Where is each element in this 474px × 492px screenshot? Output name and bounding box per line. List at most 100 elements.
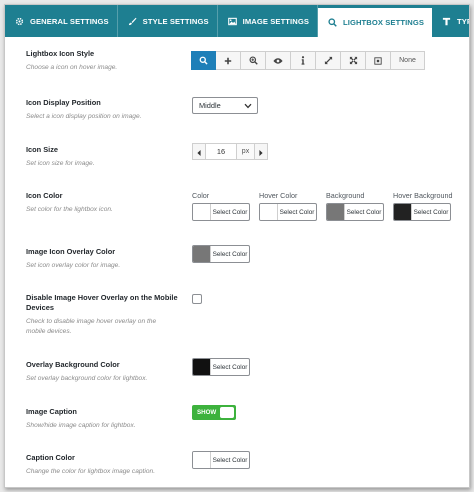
tab-label: STYLE SETTINGS: [142, 16, 209, 26]
select-value: Middle: [199, 101, 221, 110]
search-icon: [328, 18, 337, 27]
select-color-label: Select Color: [413, 208, 449, 216]
typography-icon: [442, 17, 451, 26]
hover-color-column-header: Hover Color: [259, 191, 298, 200]
tab-bar: GENERAL SETTINGS STYLE SETTINGS IMAGE SE…: [5, 5, 469, 37]
color-swatch: [193, 359, 211, 375]
increment-button[interactable]: [254, 143, 268, 160]
setting-description: Select a icon display position on image.: [26, 113, 142, 120]
setting-label: Icon Color: [26, 191, 63, 200]
select-color-label: Select Color: [279, 208, 315, 216]
setting-description: Set icon overlay color for image.: [26, 262, 121, 269]
icon-style-zoom-in-button[interactable]: [241, 51, 266, 70]
setting-description: Set overlay background color for lightbo…: [26, 375, 148, 382]
icon-color-picker[interactable]: Select Color: [192, 203, 250, 221]
toggle-label: SHOW: [197, 409, 217, 416]
disable-mobile-overlay-checkbox[interactable]: [192, 294, 202, 304]
color-swatch: [327, 204, 345, 220]
icon-background-picker[interactable]: Select Color: [326, 203, 384, 221]
hover-background-column-header: Hover Background: [393, 191, 453, 200]
setting-description: Set color for the lightbox icon.: [26, 206, 113, 213]
setting-icon-color: Icon Color Set color for the lightbox ic…: [26, 191, 113, 214]
setting-label: Disable Image Hover Overlay on the Mobil…: [26, 293, 178, 302]
icon-style-arrows-button[interactable]: [341, 51, 366, 70]
setting-description: Set icon size for image.: [26, 160, 95, 167]
icon-hover-background-picker[interactable]: Select Color: [393, 203, 451, 221]
setting-label: Lightbox Icon Style: [26, 49, 95, 58]
tab-typography[interactable]: TYPOGRAPHY: [432, 5, 469, 37]
icon-size-stepper: 16 px: [192, 143, 268, 160]
settings-panel: GENERAL SETTINGS STYLE SETTINGS IMAGE SE…: [4, 4, 470, 488]
color-swatch: [193, 204, 211, 220]
tab-image-settings[interactable]: IMAGE SETTINGS: [218, 5, 319, 37]
select-color-label: Select Color: [212, 456, 248, 464]
setting-icon-style: Lightbox Icon Style Choose a icon on hov…: [26, 49, 117, 72]
setting-label: Icon Size: [26, 145, 59, 154]
color-swatch: [260, 204, 278, 220]
setting-description: Check to disable image hover overlay on …: [26, 318, 157, 325]
icon-style-square-button[interactable]: [366, 51, 391, 70]
overlay-background-picker[interactable]: Select Color: [192, 358, 250, 376]
select-color-label: Select Color: [212, 250, 248, 258]
color-swatch: [193, 452, 211, 468]
icon-style-eye-button[interactable]: [266, 51, 291, 70]
icon-size-unit: px: [236, 143, 254, 160]
setting-label: Image Caption: [26, 407, 77, 416]
caret-left-icon: [197, 143, 201, 161]
setting-label: Overlay Background Color: [26, 360, 120, 369]
square-icon: [374, 52, 382, 70]
tab-label: LIGHTBOX SETTINGS: [343, 18, 425, 27]
icon-style-plus-button[interactable]: [216, 51, 241, 70]
setting-label: Caption Color: [26, 453, 75, 462]
tab-lightbox-settings[interactable]: LIGHTBOX SETTINGS: [318, 8, 433, 37]
caption-toggle[interactable]: SHOW: [192, 405, 236, 420]
info-icon: [301, 52, 305, 70]
gear-icon: [15, 17, 24, 26]
tab-label: TYPOGRAPHY: [457, 16, 469, 26]
setting-overlay-color: Image Icon Overlay Color Set icon overla…: [26, 247, 120, 270]
setting-description: Change the color for lightbox image capt…: [26, 468, 156, 475]
setting-description: Choose a icon on hover image.: [26, 64, 118, 71]
arrows-icon: [349, 52, 358, 70]
setting-label-line2: Devices: [26, 303, 54, 312]
icon-style-search-button[interactable]: [191, 51, 216, 70]
image-icon: [227, 17, 237, 26]
color-swatch: [394, 204, 412, 220]
decrement-button[interactable]: [192, 143, 206, 160]
overlay-color-picker[interactable]: Select Color: [192, 245, 250, 263]
tab-label: IMAGE SETTINGS: [242, 16, 310, 26]
zoom-in-icon: [248, 52, 258, 70]
setting-label: Icon Display Position: [26, 98, 101, 107]
tab-style-settings[interactable]: STYLE SETTINGS: [118, 5, 218, 37]
icon-hover-color-picker[interactable]: Select Color: [259, 203, 317, 221]
color-swatch: [193, 246, 211, 262]
icon-style-none-button[interactable]: None: [391, 51, 425, 70]
chevron-down-icon: [244, 102, 252, 111]
icon-style-expand-button[interactable]: [316, 51, 341, 70]
expand-icon: [324, 52, 333, 70]
setting-label: Image Icon Overlay Color: [26, 247, 116, 256]
caret-right-icon: [259, 143, 263, 161]
icon-position-select[interactable]: Middle: [192, 97, 258, 114]
setting-icon-size: Icon Size Set icon size for image.: [26, 145, 95, 168]
color-column-header: Color: [192, 191, 210, 200]
icon-style-info-button[interactable]: [291, 51, 316, 70]
setting-overlay-background: Overlay Background Color Set overlay bac…: [26, 360, 147, 383]
toggle-knob: [220, 407, 234, 418]
select-color-label: Select Color: [346, 208, 382, 216]
brush-icon: [128, 17, 137, 26]
tab-general-settings[interactable]: GENERAL SETTINGS: [5, 5, 118, 37]
icon-style-button-group: None: [191, 51, 425, 70]
search-icon: [199, 52, 208, 70]
select-color-label: Select Color: [212, 363, 248, 371]
setting-image-caption: Image Caption Show/hide image caption fo…: [26, 407, 136, 430]
eye-icon: [273, 52, 283, 70]
setting-description: Show/hide image caption for lightbox.: [26, 422, 136, 429]
setting-disable-mobile-overlay: Disable Image Hover Overlay on the Mobil…: [26, 293, 178, 336]
background-column-header: Background: [326, 191, 365, 200]
tab-label: GENERAL SETTINGS: [30, 16, 109, 26]
icon-size-input[interactable]: 16: [206, 143, 236, 160]
caption-color-picker[interactable]: Select Color: [192, 451, 250, 469]
plus-icon: [224, 52, 232, 70]
select-color-label: Select Color: [212, 208, 248, 216]
